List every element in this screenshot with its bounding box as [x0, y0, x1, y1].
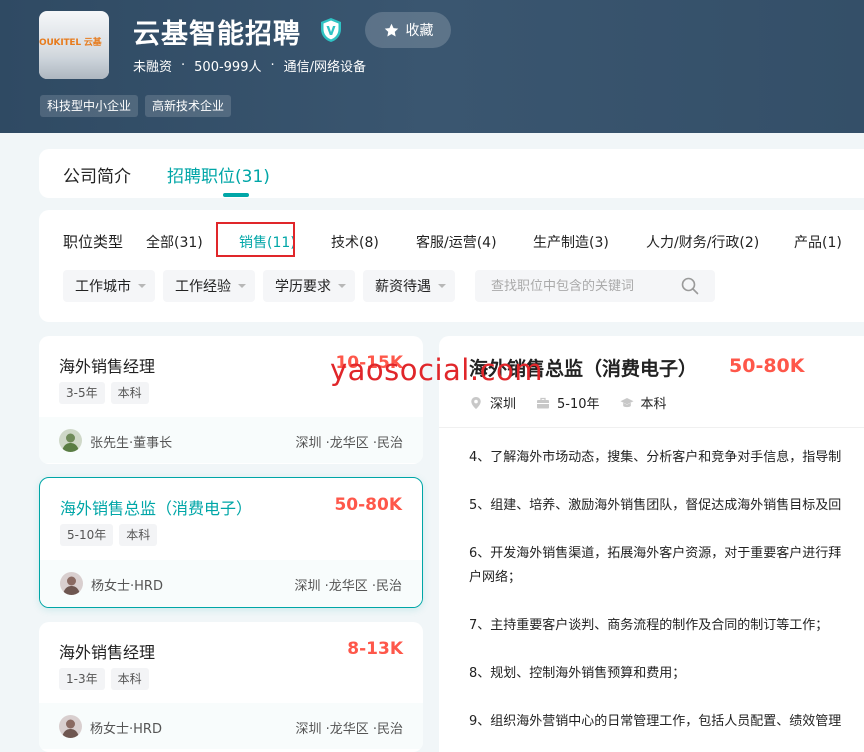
job-experience: 1-3年 — [59, 668, 105, 690]
job-card[interactable]: 海外销售经理 10-15K 3-5年 本科 张先生·董事长 深圳 ·龙华区 ·民… — [39, 336, 423, 464]
briefcase-icon — [537, 397, 550, 408]
chevron-down-icon — [138, 284, 146, 288]
job-card[interactable]: 海外销售经理 8-13K 1-3年 本科 杨女士·HRD 深圳 ·龙华区 ·民治 — [39, 622, 423, 752]
company-funding: 未融资 — [133, 60, 173, 75]
job-title: 海外销售总监（消费电子） — [60, 499, 253, 518]
company-logo: OUKITEL 云基 — [39, 11, 109, 79]
education-dropdown[interactable]: 学历要求 — [263, 270, 355, 302]
company-logo-text: OUKITEL 云基 — [39, 38, 102, 48]
company-tabs: 公司简介 招聘职位(31) — [39, 149, 864, 198]
description-line: 7、主持重要客户谈判、商务流程的制作及合同的制订等工作； — [469, 618, 829, 633]
job-detail-title: 海外销售总监（消费电子） — [469, 358, 698, 380]
recruiter-name: 张先生·董事长 — [90, 436, 173, 451]
category-hr-finance-admin[interactable]: 人力/财务/行政(2) — [646, 232, 759, 252]
job-detail-header: 海外销售总监（消费电子） 50-80K 深圳 5-10年 本科 — [439, 336, 864, 428]
salary-dropdown[interactable]: 薪资待遇 — [363, 270, 455, 302]
job-location: 深圳 ·龙华区 ·民治 — [295, 722, 403, 737]
job-detail-education: 本科 — [640, 397, 667, 412]
category-service-ops[interactable]: 客服/运营(4) — [416, 232, 497, 252]
tab-jobs[interactable]: 招聘职位(31) — [167, 162, 270, 187]
job-title: 海外销售经理 — [59, 357, 156, 376]
job-experience: 3-5年 — [59, 382, 105, 404]
avatar — [60, 572, 83, 595]
category-tech[interactable]: 技术(8) — [331, 232, 379, 252]
tab-active-indicator — [223, 193, 249, 197]
chevron-down-icon — [438, 284, 446, 288]
company-tag: 高新技术企业 — [145, 95, 232, 117]
description-line: 6、开发海外销售渠道，拓展海外客户资源，对于重要客户进行拜 — [469, 546, 842, 561]
chevron-down-icon — [338, 284, 346, 288]
job-education: 本科 — [119, 524, 158, 546]
category-all[interactable]: 全部(31) — [146, 232, 203, 252]
company-industry: 通信/网络设备 — [283, 60, 367, 75]
job-experience: 5-10年 — [60, 524, 114, 546]
favorite-label: 收藏 — [405, 23, 434, 39]
company-header: OUKITEL 云基 云基智能招聘 收藏 未融资 · 500-999人 · 通信… — [0, 0, 864, 133]
recruiter-name: 杨女士·HRD — [91, 579, 163, 594]
avatar — [59, 429, 82, 452]
job-search — [475, 270, 715, 302]
city-dropdown[interactable]: 工作城市 — [63, 270, 155, 302]
job-detail-city: 深圳 — [490, 397, 517, 412]
tab-company-intro[interactable]: 公司简介 — [63, 162, 131, 187]
company-tag: 科技型中小企业 — [40, 95, 139, 117]
location-pin-icon — [471, 396, 481, 409]
recruiter-name: 杨女士·HRD — [90, 722, 162, 737]
company-name: 云基智能招聘 — [133, 19, 301, 50]
job-salary: 8-13K — [347, 639, 403, 659]
company-size: 500-999人 — [194, 60, 262, 75]
favorite-button[interactable]: 收藏 — [365, 12, 451, 48]
job-location: 深圳 ·龙华区 ·民治 — [295, 436, 403, 451]
education-dropdown-label: 学历要求 — [275, 279, 331, 295]
job-detail-panel: 海外销售总监（消费电子） 50-80K 深圳 5-10年 本科 4、了解海外市场… — [439, 336, 864, 752]
city-dropdown-label: 工作城市 — [75, 279, 131, 295]
job-education: 本科 — [110, 382, 149, 404]
job-detail-experience: 5-10年 — [557, 397, 600, 412]
job-location: 深圳 ·龙华区 ·民治 — [294, 579, 402, 594]
avatar — [59, 715, 82, 738]
highlight-box — [216, 222, 295, 257]
salary-dropdown-label: 薪资待遇 — [375, 279, 431, 295]
category-product[interactable]: 产品(1) — [794, 232, 842, 252]
job-detail-salary: 50-80K — [729, 355, 805, 377]
experience-dropdown[interactable]: 工作经验 — [163, 270, 255, 302]
graduation-cap-icon — [620, 397, 634, 407]
description-line: 4、了解海外市场动态，搜集、分析客户和竞争对手信息，指导制 — [469, 450, 842, 465]
experience-dropdown-label: 工作经验 — [175, 279, 231, 295]
job-search-input[interactable] — [491, 278, 681, 294]
job-type-label: 职位类型 — [63, 233, 124, 251]
job-salary: 50-80K — [334, 495, 402, 515]
category-manufacturing[interactable]: 生产制造(3) — [533, 232, 609, 252]
description-line: 8、规划、控制海外销售预算和费用； — [469, 666, 686, 681]
job-title: 海外销售经理 — [59, 643, 156, 662]
chevron-down-icon — [238, 284, 246, 288]
company-meta: 未融资 · 500-999人 · 通信/网络设备 — [133, 58, 367, 75]
job-salary: 10-15K — [335, 353, 403, 373]
description-line: 5、组建、培养、激励海外销售团队，督促达成海外销售目标及回 — [469, 498, 842, 513]
job-filters: 职位类型 全部(31) 销售(11) 技术(8) 客服/运营(4) 生产制造(3… — [39, 210, 864, 322]
job-card-selected[interactable]: 海外销售总监（消费电子） 50-80K 5-10年 本科 杨女士·HRD 深圳 … — [39, 477, 423, 608]
job-education: 本科 — [110, 668, 149, 690]
job-description: 4、了解海外市场动态，搜集、分析客户和竞争对手信息，指导制 5、组建、培养、激励… — [469, 446, 864, 752]
star-icon — [384, 23, 398, 37]
description-line: 户网络； — [469, 570, 522, 585]
company-tags: 科技型中小企业 高新技术企业 — [40, 95, 232, 117]
verified-shield-icon — [321, 18, 341, 42]
description-line: 9、组织海外营销中心的日常管理工作，包括人员配置、绩效管理 — [469, 714, 842, 729]
search-icon[interactable] — [681, 277, 699, 295]
